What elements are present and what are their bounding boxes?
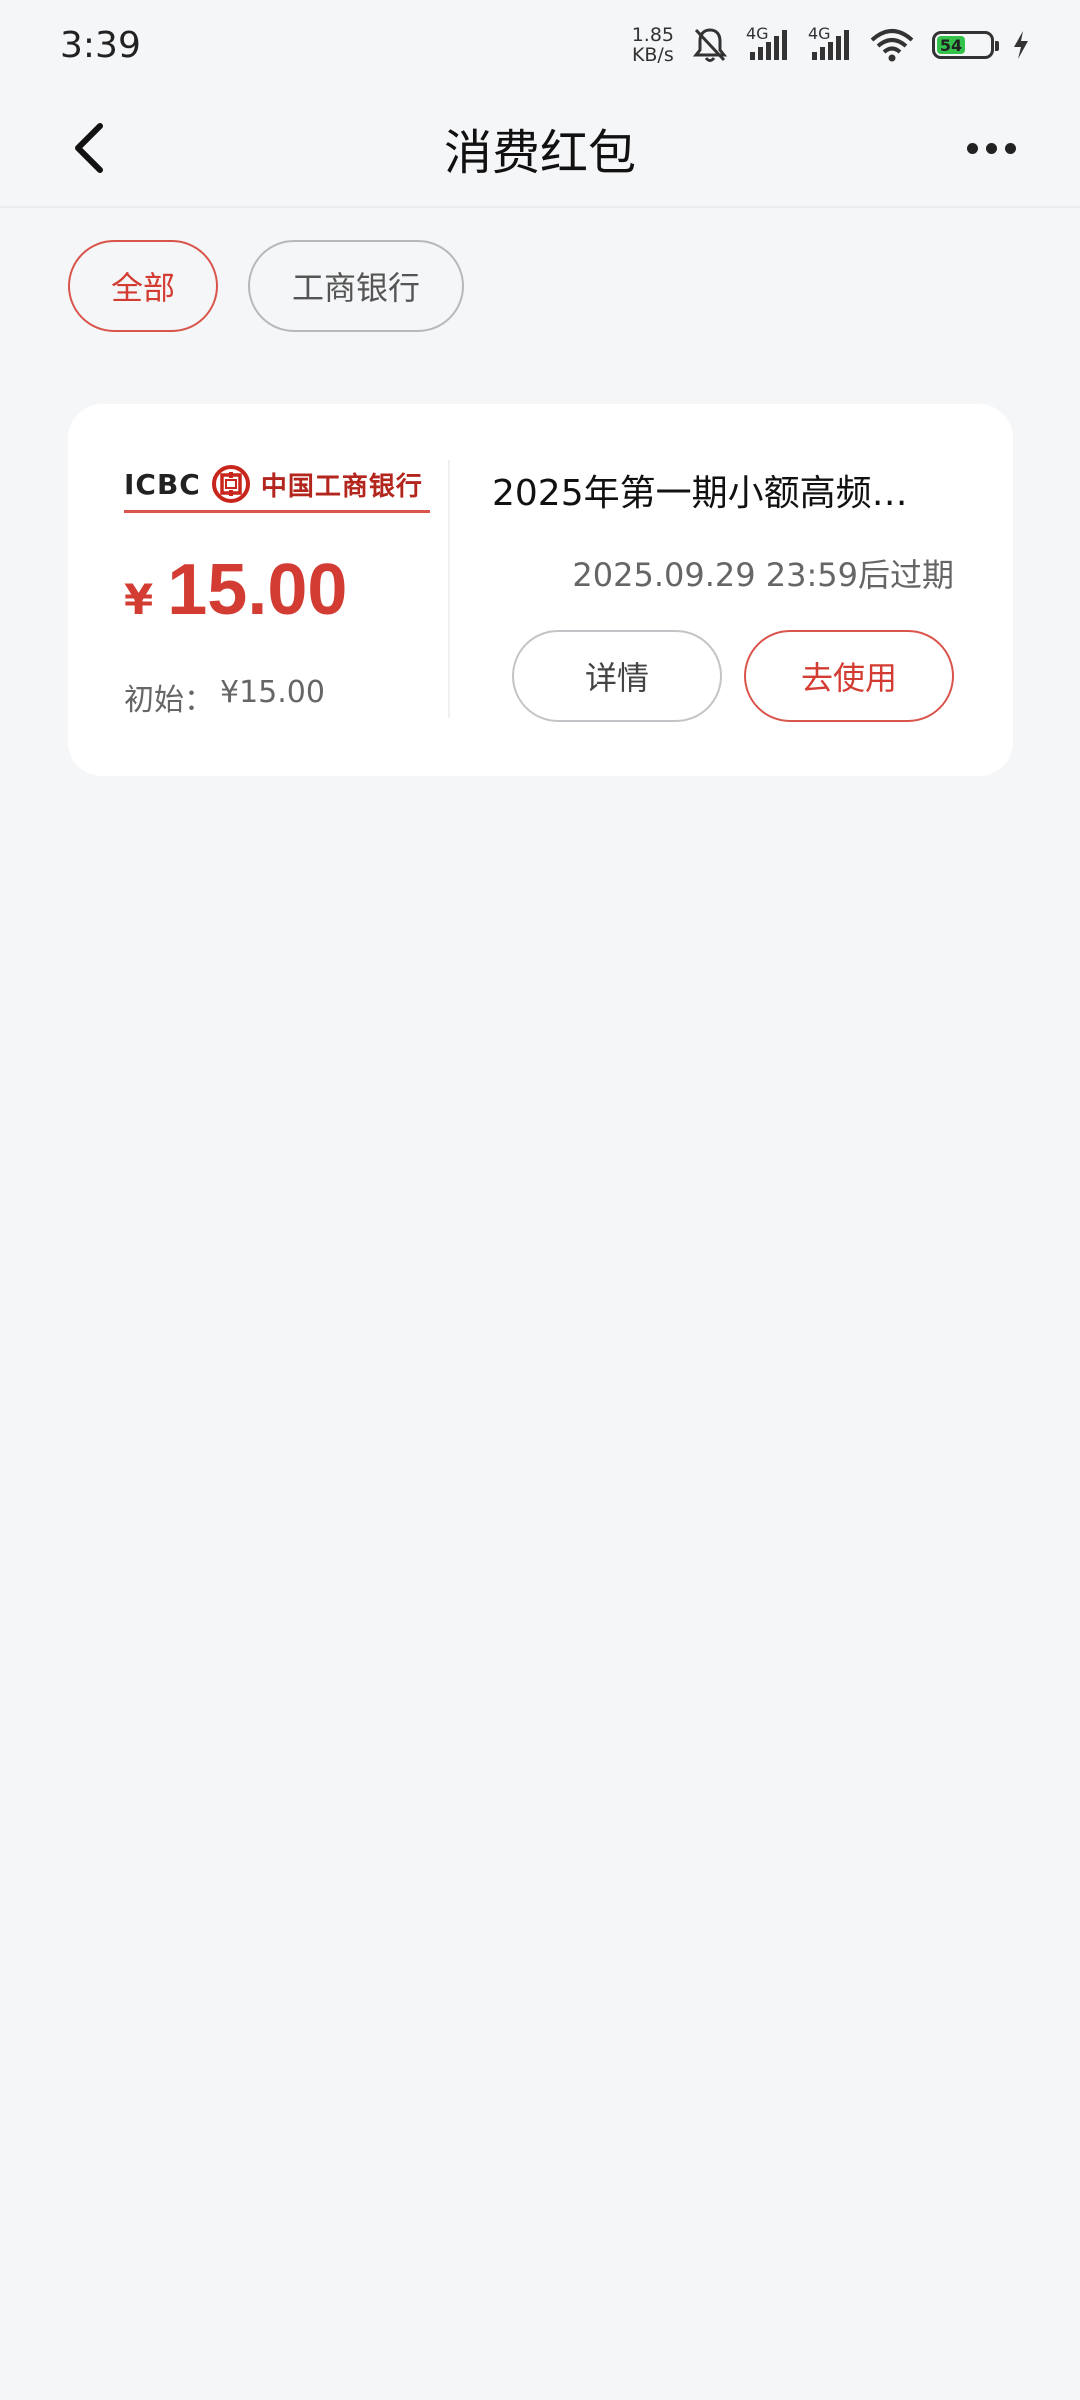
coupon-expiry: 2025.09.29 23:59后过期 (572, 556, 954, 594)
mute-bell-icon (692, 26, 728, 64)
signal-1-icon: 4G (746, 24, 790, 62)
signal-2-icon: 4G (808, 24, 852, 62)
coupon-left: ICBC 中国工商银行 ¥ 15.00 初始： ¥15.00 (124, 464, 434, 719)
status-bar: 3:39 1.85 KB/s 4G 4G 54 (0, 0, 1080, 90)
more-dots-icon (1004, 142, 1016, 154)
use-button[interactable]: 去使用 (744, 630, 954, 722)
coupon-card[interactable]: ICBC 中国工商银行 ¥ 15.00 初始： ¥15.00 2025年第一期小… (68, 404, 1013, 776)
filter-chip-all[interactable]: 全部 (68, 240, 218, 332)
wifi-icon (870, 28, 914, 62)
status-icons: 1.85 KB/s 4G 4G 54 (632, 24, 1030, 65)
signal-1-label: 4G (746, 24, 769, 43)
status-time: 3:39 (60, 24, 141, 66)
filter-chip-icbc[interactable]: 工商银行 (248, 240, 464, 332)
signal-2-label: 4G (808, 24, 831, 43)
net-speed: 1.85 KB/s (632, 25, 674, 65)
initial-amount: 初始： ¥15.00 (124, 675, 434, 719)
bank-name-en: ICBC (124, 467, 201, 501)
amount-value: 15.00 (167, 550, 348, 630)
bank-name-cn: 中国工商银行 (260, 471, 423, 502)
more-button[interactable] (956, 120, 1026, 176)
coupon-actions: 详情 去使用 (492, 630, 954, 722)
filter-chips: 全部 工商银行 (68, 240, 464, 332)
currency-symbol: ¥ (124, 575, 154, 624)
coupon-title: 2025年第一期小额高频… (492, 473, 908, 514)
battery-icon: 54 (932, 31, 999, 59)
back-button[interactable] (58, 116, 122, 180)
card-divider (448, 460, 450, 718)
charging-icon (1012, 30, 1030, 60)
chevron-left-icon (75, 123, 103, 173)
more-dots-icon (966, 142, 978, 154)
net-speed-value: 1.85 (631, 24, 674, 46)
icbc-logo-icon (211, 465, 250, 503)
page-title: 消费红包 (443, 125, 636, 181)
more-dots-icon (985, 142, 997, 154)
coupon-amount: ¥ 15.00 (124, 549, 434, 631)
initial-label: 初始： (124, 683, 214, 718)
bank-logo: ICBC 中国工商银行 (124, 464, 430, 513)
nav-bar: 消费红包 (0, 90, 1080, 208)
battery-level: 54 (937, 36, 966, 55)
net-speed-unit: KB/s (631, 44, 674, 66)
coupon-right: 2025年第一期小额高频… 2025.09.29 23:59后过期 详情 去使用 (492, 464, 954, 722)
detail-button[interactable]: 详情 (512, 630, 722, 722)
initial-value: ¥15.00 (220, 675, 325, 710)
